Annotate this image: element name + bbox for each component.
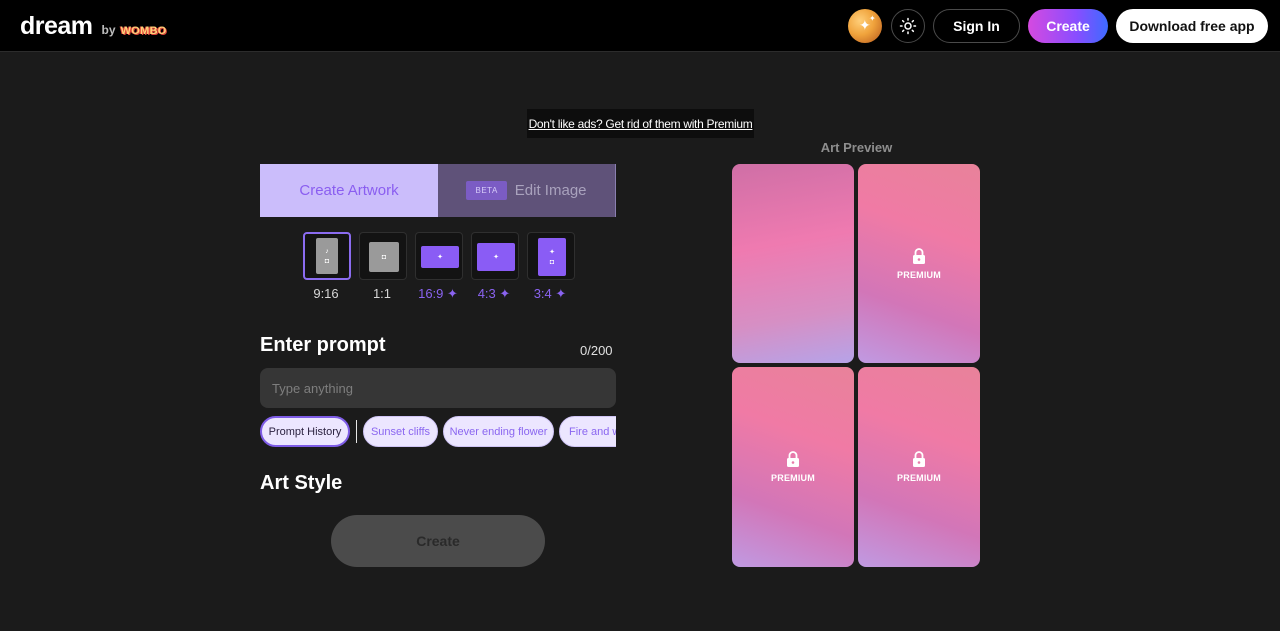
twitter-icon: ✦ — [437, 253, 443, 261]
lock-icon — [787, 451, 799, 467]
ratio-option-1-1[interactable]: ◘ — [359, 232, 407, 280]
instagram-icon: ◘ — [549, 258, 555, 266]
logo-wordmark: dream — [20, 12, 93, 40]
lock-icon — [913, 451, 925, 467]
portrait-preview-shape: ✦ ◘ — [538, 238, 566, 276]
tab-create-artwork[interactable]: Create Artwork — [260, 164, 438, 217]
sun-icon — [899, 17, 917, 35]
suggestion-chip[interactable]: Fire and w — [559, 416, 616, 447]
prompt-chips-row: Prompt History Sunset cliffs Never endin… — [260, 416, 616, 448]
ratio-label-16-9: 16:9 ✦ — [418, 286, 458, 301]
sign-in-button[interactable]: Sign In — [933, 9, 1020, 43]
widescreen-preview-shape: ✦ — [421, 246, 459, 268]
suggestion-chip[interactable]: Never ending flower — [443, 416, 554, 447]
theme-toggle-button[interactable] — [891, 9, 925, 43]
twitter-icon: ✦ — [493, 253, 499, 261]
lock-icon — [913, 247, 925, 264]
instagram-icon: ◘ — [381, 253, 387, 261]
tiktok-icon: ♪ — [325, 247, 329, 255]
tab-edit-image-label: Edit Image — [514, 182, 587, 199]
remove-ads-link[interactable]: Don't like ads? Get rid of them with Pre… — [527, 109, 754, 138]
preview-card-1[interactable] — [732, 164, 854, 363]
beta-badge: BETA — [466, 181, 507, 200]
logo-by-text: by — [101, 23, 116, 37]
ratio-option-16-9[interactable]: ✦ — [415, 232, 463, 280]
create-artwork-button[interactable]: Create — [331, 515, 545, 567]
art-style-heading: Art Style — [260, 472, 343, 494]
preview-card-premium[interactable]: PREMIUM — [732, 367, 854, 567]
prompt-history-button[interactable]: Prompt History — [260, 416, 350, 447]
enter-prompt-heading: Enter prompt — [260, 334, 386, 356]
instagram-icon: ◘ — [324, 257, 330, 265]
download-app-button[interactable]: Download free app — [1116, 9, 1268, 43]
ratio-option-9-16[interactable]: ♪ ◘ — [303, 232, 351, 280]
premium-label: PREMIUM — [897, 473, 941, 483]
small-sparkle-icon: ✦ — [869, 14, 876, 23]
premium-label: PREMIUM — [771, 473, 815, 483]
premium-label: PREMIUM — [897, 269, 941, 280]
suggestion-chip[interactable]: Sunset cliffs — [363, 416, 438, 447]
prompt-input[interactable] — [260, 368, 616, 408]
ratio-label-9-16: 9:16 — [313, 286, 339, 301]
prompt-char-counter: 0/200 — [580, 343, 613, 358]
twitter-icon: ✦ — [549, 248, 555, 256]
ratio-label-1-1: 1:1 — [372, 286, 392, 301]
preview-card-premium[interactable]: PREMIUM — [858, 164, 980, 363]
ratio-option-3-4[interactable]: ✦ ◘ — [527, 232, 575, 280]
top-navbar: dream by WOMBO ✦ ✦ Sign In Create Downlo… — [0, 0, 1280, 52]
square-preview-shape: ◘ — [369, 242, 399, 272]
art-preview-title: Art Preview — [820, 140, 893, 155]
ratio-label-4-3: 4:3 ✦ — [477, 286, 511, 301]
landscape-preview-shape: ✦ — [477, 243, 515, 271]
wombo-logo: WOMBO — [120, 25, 167, 37]
header-create-button[interactable]: Create — [1028, 9, 1108, 43]
tab-edit-image[interactable]: BETA Edit Image — [438, 164, 616, 217]
preview-card-premium[interactable]: PREMIUM — [858, 367, 980, 567]
tiktok-instagram-preview-shape: ♪ ◘ — [316, 238, 338, 274]
chip-divider — [356, 420, 357, 443]
premium-avatar-icon[interactable]: ✦ ✦ — [848, 9, 882, 43]
dream-logo[interactable]: dream by WOMBO — [20, 12, 167, 41]
ratio-label-3-4: 3:4 ✦ — [533, 286, 567, 301]
ratio-option-4-3[interactable]: ✦ — [471, 232, 519, 280]
